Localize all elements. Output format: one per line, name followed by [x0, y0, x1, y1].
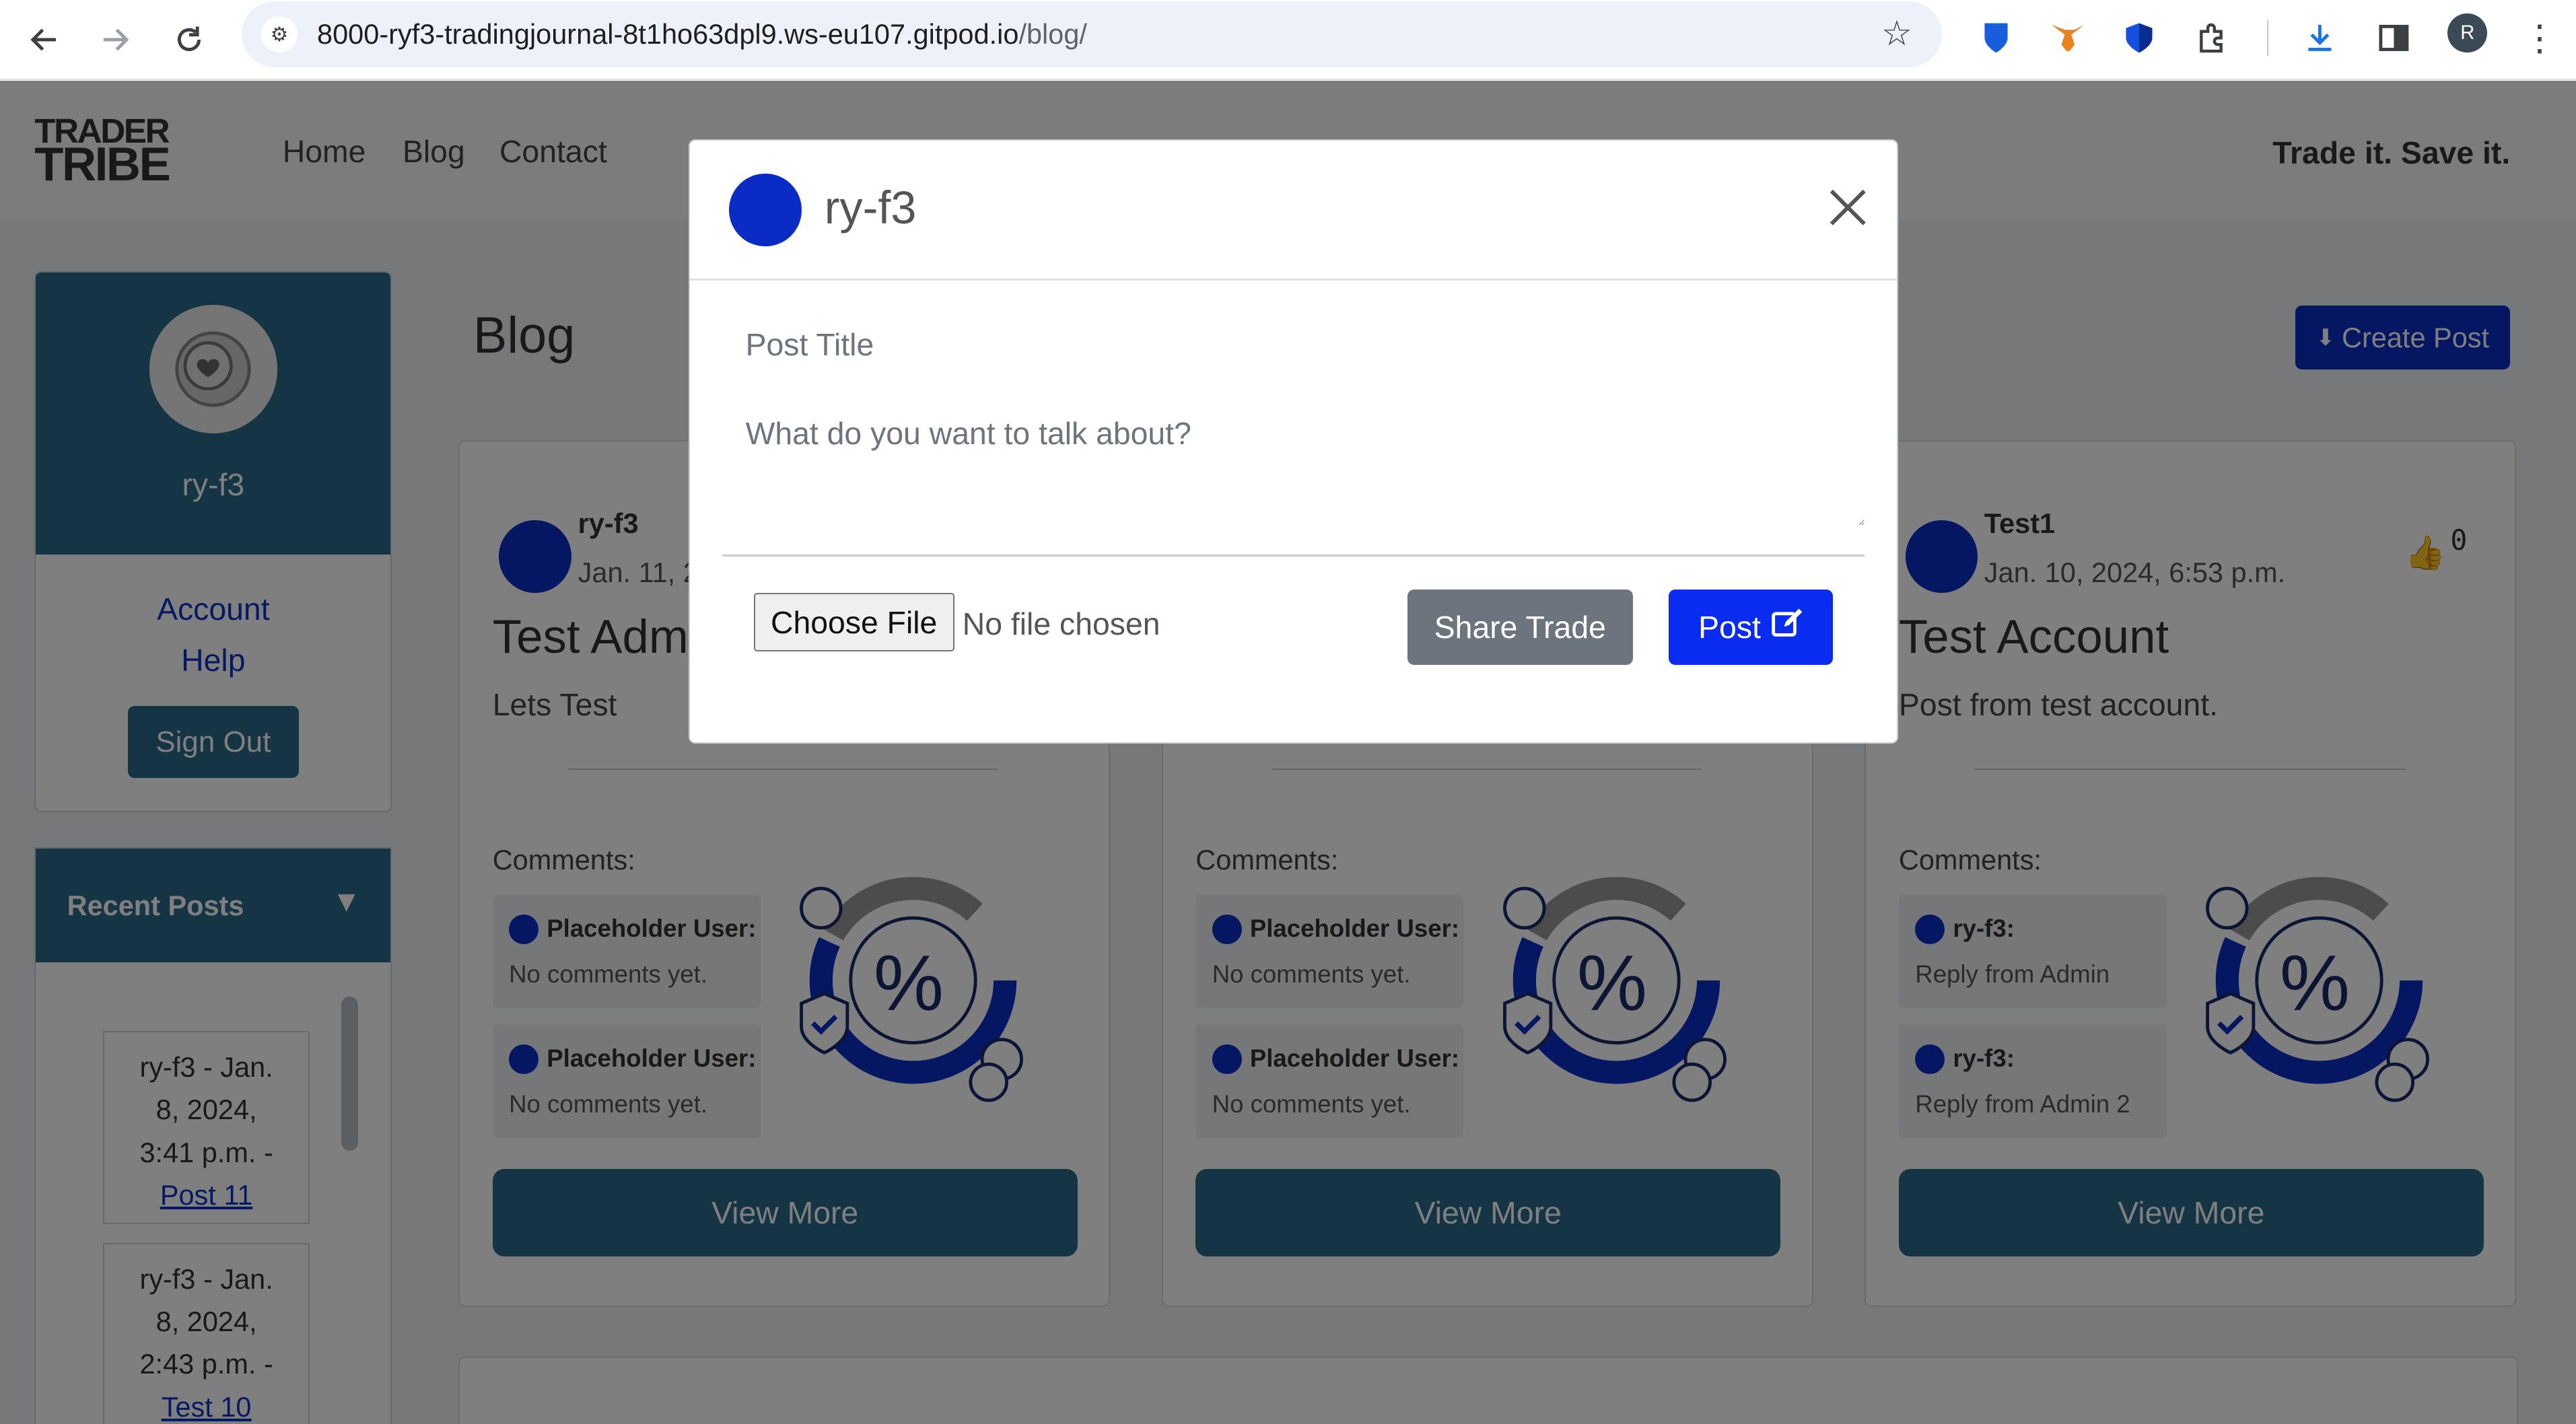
- close-icon[interactable]: [1828, 177, 1868, 236]
- download-icon[interactable]: [2295, 13, 2344, 63]
- menu-dots-icon[interactable]: ⋮: [2515, 13, 2565, 63]
- toolbar-divider: [2267, 20, 2269, 56]
- bookmark-star-icon[interactable]: ☆: [1881, 13, 1912, 54]
- modal-header-divider: [689, 279, 1898, 281]
- file-status-text: No file chosen: [962, 606, 1160, 642]
- page: TRADER TRIBE Home Blog Contact Trade it.…: [0, 80, 2576, 1424]
- address-bar[interactable]: ⚙ 8000-ryf3-tradingjournal-8t1ho63dpl9.w…: [241, 1, 1942, 68]
- extensions-puzzle-icon[interactable]: [2188, 13, 2237, 63]
- reload-icon[interactable]: [163, 13, 215, 66]
- shield-extension-icon[interactable]: [2114, 13, 2163, 63]
- modal-body-divider: [722, 555, 1865, 557]
- url-text: 8000-ryf3-tradingjournal-8t1ho63dpl9.ws-…: [317, 17, 1087, 50]
- forward-arrow-icon[interactable]: [89, 13, 141, 66]
- create-post-modal: ry-f3 Choose File No file chosen Share T…: [688, 139, 1899, 744]
- choose-file-button[interactable]: Choose File: [753, 592, 954, 652]
- post-button-label: Post: [1698, 609, 1761, 645]
- edit-icon: [1771, 607, 1804, 647]
- back-arrow-icon[interactable]: [18, 13, 71, 66]
- post-body-textarea[interactable]: [722, 395, 1865, 526]
- modal-username: ry-f3: [824, 182, 917, 234]
- share-trade-button[interactable]: Share Trade: [1407, 589, 1633, 665]
- site-info-icon[interactable]: ⚙: [261, 16, 298, 53]
- post-button[interactable]: Post: [1669, 589, 1834, 665]
- metamask-extension-icon[interactable]: [2042, 13, 2091, 63]
- post-title-input[interactable]: [722, 308, 1865, 381]
- browser-toolbar: ⚙ 8000-ryf3-tradingjournal-8t1ho63dpl9.w…: [0, 0, 2576, 81]
- bitwarden-extension-icon[interactable]: [1972, 13, 2021, 63]
- side-panel-icon[interactable]: [2369, 13, 2418, 63]
- profile-avatar[interactable]: R: [2447, 13, 2488, 53]
- modal-user-avatar: [729, 174, 802, 246]
